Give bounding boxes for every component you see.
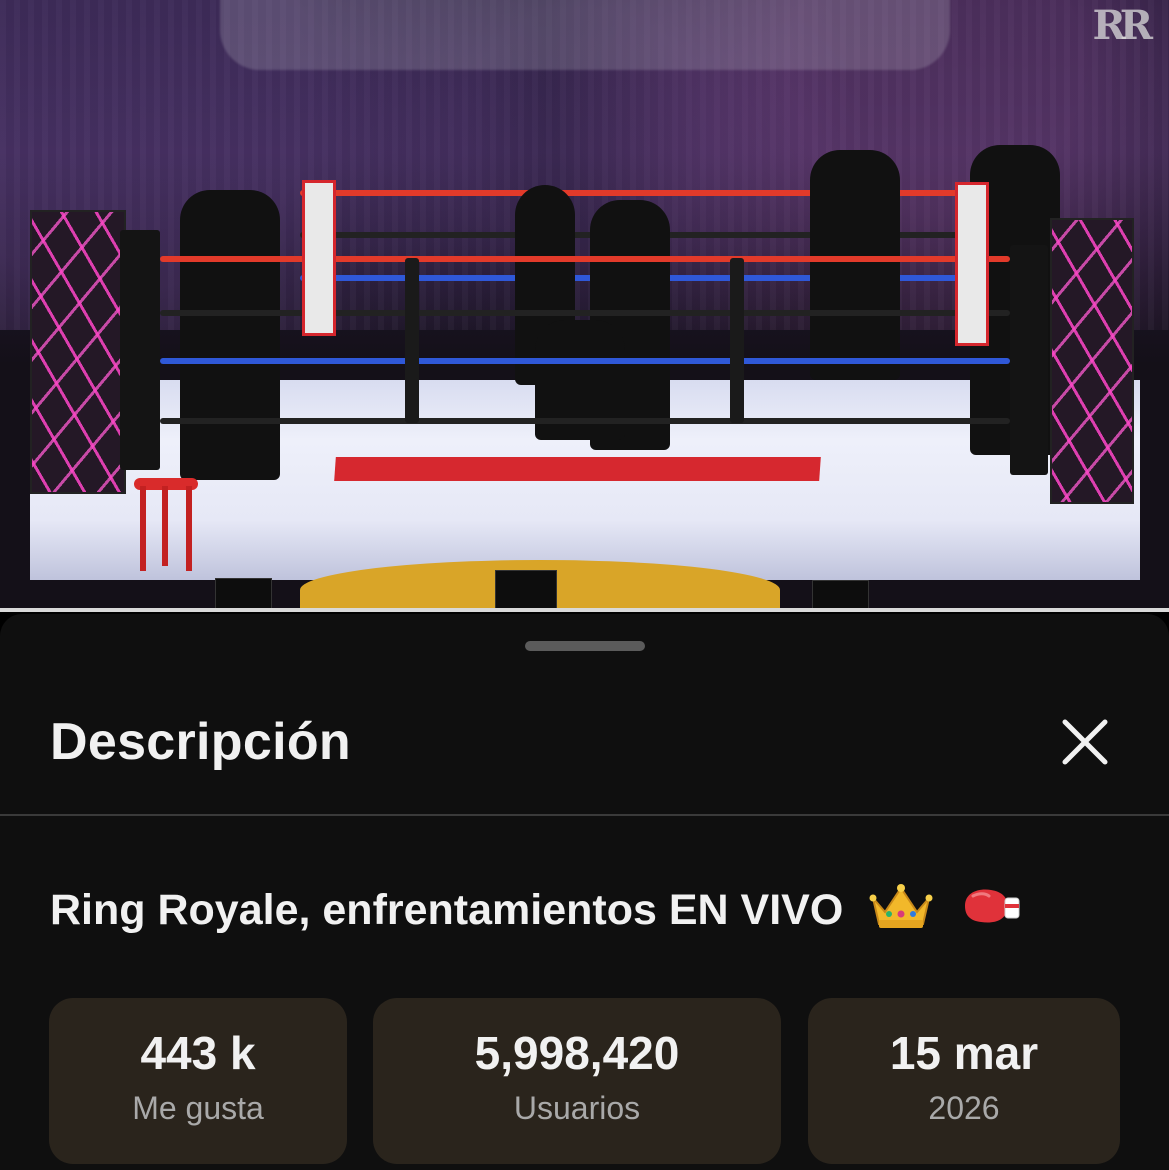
sponsor-banner: [334, 457, 821, 481]
publish-date: 15 mar: [889, 1027, 1039, 1079]
floor-monitor: [215, 578, 272, 610]
video-player[interactable]: RR: [0, 0, 1169, 610]
cornerman-figure: [180, 190, 280, 480]
ring-post: [405, 258, 419, 423]
users-stat-card: 5,998,420 Usuarios: [373, 998, 781, 1164]
ring-post-left: [120, 230, 160, 470]
sheet-title: Descripción: [50, 713, 351, 771]
header-divider: [0, 814, 1169, 816]
users-count: 5,998,420: [474, 1027, 680, 1079]
corner-pad-right: [1050, 218, 1134, 504]
sponsor-post-sign: [955, 182, 989, 346]
likes-stat-card: 443 k Me gusta: [49, 998, 347, 1164]
ring-rope-front-mid: [160, 310, 1010, 316]
corner-pad-left: [30, 210, 126, 494]
boxing-glove-icon: [959, 884, 1023, 941]
description-sheet: Descripción Ring Royale, enfrentamientos…: [0, 614, 1169, 1170]
ring-rope-front-low: [160, 358, 1010, 364]
team-member-figure: [810, 150, 900, 380]
channel-watermark: RR: [1092, 2, 1154, 49]
likes-count: 443 k: [140, 1027, 256, 1079]
ring-rope-front-bottom: [160, 418, 1010, 424]
sponsor-post-sign: [302, 180, 336, 336]
notification-banner-blurred: [220, 0, 950, 70]
close-icon: [1062, 719, 1108, 765]
floor-monitor: [812, 580, 869, 610]
likes-label: Me gusta: [132, 1090, 264, 1126]
crown-icon: [869, 884, 933, 941]
drag-handle[interactable]: [525, 641, 645, 651]
video-progress-track[interactable]: [0, 608, 1169, 612]
video-title-row: Ring Royale, enfrentamientos EN VIVO: [50, 884, 1023, 941]
video-title: Ring Royale, enfrentamientos EN VIVO: [50, 886, 844, 934]
corner-stool: [134, 478, 198, 578]
ring-post-right: [1010, 245, 1048, 475]
date-stat-card: 15 mar 2026: [808, 998, 1120, 1164]
ring-post: [730, 258, 744, 423]
publish-year: 2026: [928, 1090, 1000, 1126]
ring-rope-front-top: [160, 256, 1010, 262]
floor-monitor: [495, 570, 557, 610]
close-button[interactable]: [1057, 714, 1113, 770]
users-label: Usuarios: [513, 1090, 641, 1126]
